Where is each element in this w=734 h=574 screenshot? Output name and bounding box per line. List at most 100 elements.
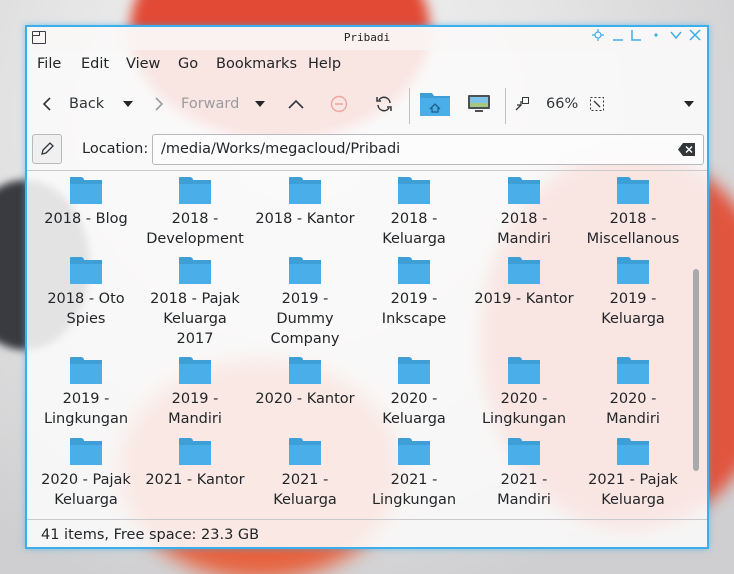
back-history-dropdown[interactable] xyxy=(123,82,133,126)
back-icon xyxy=(42,97,51,111)
folder-item[interactable]: 2019 - Lingkungan xyxy=(31,357,141,429)
forward-history-dropdown[interactable] xyxy=(255,82,265,126)
forward-button[interactable]: Forward xyxy=(153,82,239,126)
menu-file[interactable]: File xyxy=(37,56,61,72)
folder-item[interactable]: 2019 - Mandiri xyxy=(140,357,250,429)
folder-item[interactable]: 2018 - Kantor xyxy=(250,177,360,229)
shade-icon[interactable] xyxy=(667,29,685,47)
titlebar[interactable]: Pribadi xyxy=(27,27,707,50)
maximize-icon[interactable] xyxy=(627,29,645,47)
folder-name: 2021 - Keluarga xyxy=(250,470,360,510)
zoom-in-button[interactable] xyxy=(590,82,604,126)
folder-item[interactable]: 2021 - Kantor xyxy=(140,438,250,490)
folder-name-line: Mandiri xyxy=(497,231,551,247)
folder-name-line: 2018 - Blog xyxy=(44,211,128,227)
keep-above-icon[interactable] xyxy=(589,29,607,47)
folder-item[interactable]: 2018 - Blog xyxy=(31,177,141,229)
folder-name-line: Mandiri xyxy=(497,492,551,508)
folder-item[interactable]: 2021 - Keluarga xyxy=(250,438,360,510)
folder-name: 2018 - Development xyxy=(140,209,250,249)
folder-icon xyxy=(617,177,649,205)
toolbar-separator xyxy=(409,88,410,124)
computer-icon xyxy=(468,95,490,112)
folder-item[interactable]: 2020 - Keluarga xyxy=(359,357,469,429)
menubar: File Edit View Go Bookmarks Help xyxy=(27,50,707,78)
zoom-in-icon xyxy=(590,97,604,111)
folder-name-line: Company xyxy=(270,331,340,347)
folder-name: 2018 - Oto Spies xyxy=(31,289,141,329)
stop-icon xyxy=(330,95,348,113)
folder-item[interactable]: 2020 - Kantor xyxy=(250,357,360,409)
folder-name-line: Dummy xyxy=(276,311,334,327)
folder-item[interactable]: 2020 - Pajak Keluarga xyxy=(31,438,141,510)
reload-button[interactable] xyxy=(375,82,393,126)
folder-icon xyxy=(289,177,321,205)
menu-bookmarks[interactable]: Bookmarks xyxy=(216,56,297,72)
minimize-icon[interactable] xyxy=(609,29,627,47)
home-icon xyxy=(420,93,450,116)
folder-item[interactable]: 2019 - Dummy Company xyxy=(250,257,360,349)
folder-item[interactable]: 2018 - Pajak Keluarga 2017 xyxy=(140,257,250,349)
folder-name-line: Lingkungan xyxy=(43,411,129,427)
stop-button[interactable] xyxy=(330,82,348,126)
folder-icon xyxy=(508,257,540,285)
folder-item[interactable]: 2018 - Oto Spies xyxy=(31,257,141,329)
folder-icon xyxy=(508,438,540,466)
computer-button[interactable] xyxy=(467,82,491,126)
folder-item[interactable]: 2018 - Mandiri xyxy=(469,177,579,249)
folder-name: 2021 - Lingkungan xyxy=(359,470,469,510)
folder-item[interactable]: 2020 - Lingkungan xyxy=(469,357,579,429)
folder-item[interactable]: 2018 - Keluarga xyxy=(359,177,469,249)
folder-name-line: 2020 - Pajak xyxy=(41,472,131,488)
on-all-desktops-icon[interactable] xyxy=(647,29,665,47)
back-button[interactable]: Back xyxy=(41,82,104,126)
up-icon xyxy=(288,99,304,109)
toolbar: Back Forward 66% xyxy=(27,82,707,126)
menu-help[interactable]: Help xyxy=(308,56,341,72)
toolbar-overflow-button[interactable] xyxy=(684,82,694,126)
folder-item[interactable]: 2019 - Kantor xyxy=(469,257,579,309)
folder-name-line: 2018 - Kantor xyxy=(255,211,355,227)
folder-icon xyxy=(398,357,430,385)
folder-name: 2018 - Keluarga xyxy=(359,209,469,249)
home-button[interactable] xyxy=(420,82,450,126)
folder-name-line: Keluarga xyxy=(54,492,118,508)
folder-view[interactable]: 2018 - Blog 2018 - Development 2018 - Kanto… xyxy=(27,170,707,519)
folder-icon xyxy=(398,257,430,285)
folder-name: 2020 - Pajak Keluarga xyxy=(31,470,141,510)
folder-item[interactable]: 2021 - Lingkungan xyxy=(359,438,469,510)
folder-item[interactable]: 2018 - Miscellanous xyxy=(578,177,688,249)
menu-go[interactable]: Go xyxy=(178,56,198,72)
folder-name-line: Miscellanous xyxy=(586,231,680,247)
scrollbar-handle[interactable] xyxy=(693,269,699,471)
folder-name-line: Keluarga xyxy=(382,231,446,247)
folder-item[interactable]: 2021 - Mandiri xyxy=(469,438,579,510)
folder-name-line: Development xyxy=(146,231,244,247)
folder-icon xyxy=(398,438,430,466)
menu-view[interactable]: View xyxy=(126,56,160,72)
folder-item[interactable]: 2018 - Development xyxy=(140,177,250,249)
forward-label: Forward xyxy=(181,96,240,112)
edit-location-button[interactable] xyxy=(32,134,62,164)
zoom-level: 66% xyxy=(546,96,579,112)
location-path: /media/Works/megacloud/Pribadi xyxy=(161,141,401,157)
folder-item[interactable]: 2019 - Keluarga xyxy=(578,257,688,329)
folder-item[interactable]: 2020 - Mandiri xyxy=(578,357,688,429)
folder-name: 2018 - Mandiri xyxy=(469,209,579,249)
folder-item[interactable]: 2021 - Pajak Keluarga xyxy=(578,438,688,510)
vertical-scrollbar[interactable] xyxy=(693,171,699,519)
folder-icon xyxy=(508,357,540,385)
close-icon[interactable] xyxy=(686,29,704,47)
clear-icon[interactable] xyxy=(678,143,695,156)
folder-icon xyxy=(70,257,102,285)
folder-name-line: Mandiri xyxy=(606,411,660,427)
menu-edit[interactable]: Edit xyxy=(81,56,109,72)
statusbar: 41 items, Free space: 23.3 GB xyxy=(27,519,707,549)
zoom-out-button[interactable] xyxy=(515,82,529,126)
folder-name-line: 2020 - Kantor xyxy=(255,391,355,407)
location-input[interactable]: /media/Works/megacloud/Pribadi xyxy=(152,134,704,165)
folder-icon xyxy=(179,177,211,205)
folder-item[interactable]: 2019 - Inkscape xyxy=(359,257,469,329)
folder-name-line: 2021 - xyxy=(281,472,329,488)
up-button[interactable] xyxy=(287,82,305,126)
